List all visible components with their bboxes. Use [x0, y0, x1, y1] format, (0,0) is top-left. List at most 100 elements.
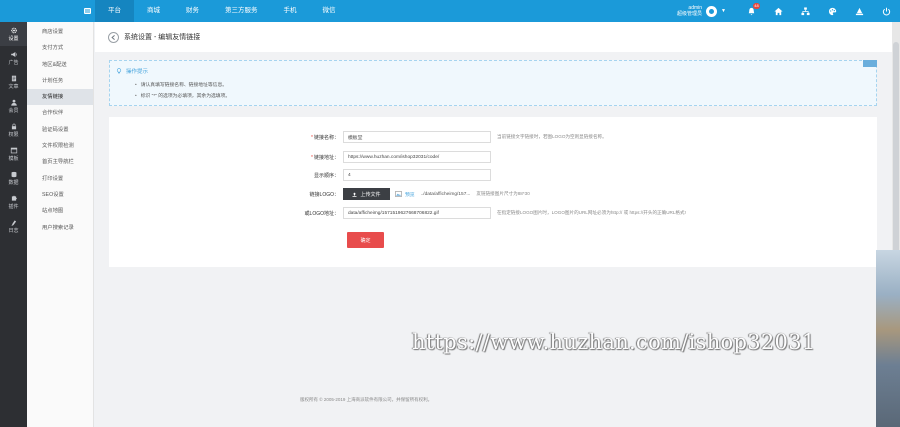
tips-line: 请认真填写链接名称、链接地址等信息。 [135, 80, 230, 91]
rail-item-articles[interactable]: 文章 [0, 70, 27, 94]
page-title: 系统设置 - 编辑友情链接 [124, 34, 201, 41]
submenu-item-file-permissions[interactable]: 文件权限检测 [27, 138, 93, 154]
chevron-down-icon[interactable]: ▼ [721, 8, 726, 14]
top-nav-tab-mall[interactable]: 商城 [134, 0, 173, 22]
puzzle-icon [10, 195, 18, 202]
rail-item-data[interactable]: 数据 [0, 166, 27, 190]
avatar[interactable] [706, 5, 718, 17]
rail-item-label: 广告 [8, 59, 19, 66]
background-photo-strip [876, 250, 900, 427]
submenu-item-friend-links[interactable]: 友情链接 [27, 89, 93, 106]
logo-url-input[interactable]: data/afficheimg/1571519627668706822.gif [343, 207, 491, 219]
confirm-button[interactable]: 确定 [347, 232, 384, 248]
sort-order-input[interactable]: 4 [343, 169, 491, 181]
submenu-item-seo[interactable]: SEO设置 [27, 187, 93, 203]
tips-line: 标识 "*" 的选项为必填项，其余为选填项。 [135, 91, 231, 102]
logo-hint: 友链链接图片尺寸为88*30 [476, 191, 530, 196]
logo-url-hint: 在指定链接LOGO图片时，LOGO图片的URL网址必须为http:// 或 ht… [497, 210, 686, 215]
user-info[interactable]: admin 超级管理员 [677, 5, 702, 17]
submenu-item-region-shipping[interactable]: 地区&配送 [27, 57, 93, 73]
submenu-item-search-log[interactable]: 用户搜索记录 [27, 220, 93, 236]
top-bar: 平台 商城 财务 第三方服务 手机 微信 admin 超级管理员 ▼ 48 [0, 0, 900, 22]
rail-item-plugins[interactable]: 插件 [0, 190, 27, 214]
data-icon [10, 171, 18, 178]
link-name-input[interactable]: 模板堂 [343, 131, 491, 143]
edit-link-form: *链接名称： 模板堂 当前链接文字链接时，若图LOGO为空则显链接名称。 *链接… [109, 117, 877, 267]
home-icon[interactable] [765, 0, 792, 22]
tips-list: 请认真填写链接名称、链接地址等信息。 标识 "*" 的选项为必填项，其余为选填项… [135, 80, 231, 102]
operation-tips: 操作提示 请认真填写链接名称、链接地址等信息。 标识 "*" 的选项为必填项，其… [109, 60, 877, 106]
upload-file-button[interactable]: 上传文件 [343, 188, 390, 200]
settings-submenu: 商店设置 支付方式 地区&配送 计划任务 友情链接 合作伙伴 验证码设置 文件权… [27, 22, 94, 427]
submenu-item-partners[interactable]: 合作伙伴 [27, 105, 93, 121]
submenu-item-sitemap[interactable]: 站点地图 [27, 203, 93, 219]
form-row-logo: 链接LOGO： 上传文件 预览 ../data/afficheimg/157..… [109, 187, 877, 201]
top-nav-tab-wechat[interactable]: 微信 [310, 0, 349, 22]
logo-preview-link[interactable]: 预览 [405, 191, 415, 198]
notification-badge: 48 [753, 3, 760, 9]
template-icon [10, 147, 18, 154]
rail-item-label: 数据 [8, 179, 19, 186]
rail-item-label: 模板 [8, 155, 19, 162]
form-row-link-name: *链接名称： 模板堂 当前链接文字链接时，若图LOGO为空则显链接名称。 [109, 130, 877, 144]
rail-item-templates[interactable]: 模板 [0, 142, 27, 166]
bell-icon[interactable]: 48 [738, 0, 765, 22]
power-icon[interactable] [873, 0, 900, 22]
rail-item-label: 插件 [8, 203, 19, 210]
logo-file-path: ../data/afficheimg/157... [420, 191, 471, 197]
back-arrow-icon[interactable] [108, 31, 119, 43]
watermark-text: https://www.huzhan.com/ishop32031 [412, 330, 816, 354]
icon-rail: 设置 广告 文章 会员 权限 模板 数据 插件 日志 [0, 22, 27, 427]
lightbulb-icon [116, 68, 122, 74]
rail-item-logs[interactable]: 日志 [0, 214, 27, 238]
submenu-item-main-nav[interactable]: 首页主导航栏 [27, 154, 93, 170]
tips-collapse-toggle[interactable] [863, 60, 877, 67]
form-row-sort-order: 显示顺序： 4 [109, 168, 877, 182]
rail-item-label: 权限 [8, 131, 19, 138]
megaphone-icon [10, 51, 18, 58]
cap-icon[interactable] [846, 0, 873, 22]
submenu-item-captcha[interactable]: 验证码设置 [27, 122, 93, 138]
user-role: 超级管理员 [677, 11, 703, 17]
rail-item-ads[interactable]: 广告 [0, 46, 27, 70]
top-nav-tab-finance[interactable]: 财务 [173, 0, 212, 22]
page-header: 系统设置 - 编辑友情链接 [95, 22, 892, 52]
link-url-label: *链接地址： [311, 154, 339, 161]
palette-icon[interactable] [819, 0, 846, 22]
submenu-item-shop-settings[interactable]: 商店设置 [27, 24, 93, 40]
brand-logo [0, 0, 95, 22]
copyright-footer: 版权所有 © 2005-2019 上海商派软件有限公司，并保留所有权利。 [300, 397, 433, 402]
top-nav-tab-platform[interactable]: 平台 [95, 0, 134, 22]
submenu-item-print[interactable]: 打印设置 [27, 171, 93, 187]
submenu-item-payment[interactable]: 支付方式 [27, 40, 93, 56]
rail-item-label: 设置 [8, 35, 19, 42]
user-icon [10, 99, 18, 106]
log-icon [10, 219, 18, 226]
upload-button-label: 上传文件 [360, 191, 381, 198]
upload-icon [352, 192, 357, 197]
rail-item-label: 会员 [8, 107, 19, 114]
top-right-tools: admin 超级管理员 ▼ 48 [677, 0, 900, 22]
main-content: 系统设置 - 编辑友情链接 操作提示 请认真填写链接名称、链接地址等信息。 标识… [95, 22, 892, 427]
link-name-hint: 当前链接文字链接时，若图LOGO为空则显链接名称。 [497, 134, 607, 139]
sitemap-icon[interactable] [792, 0, 819, 22]
image-icon [395, 191, 402, 197]
form-row-logo-url: 或LOGO地址： data/afficheimg/157151962766870… [109, 206, 877, 220]
rail-item-permissions[interactable]: 权限 [0, 118, 27, 142]
tips-title: 操作提示 [126, 69, 149, 75]
link-name-label: *链接名称： [311, 134, 339, 141]
logo-label: 链接LOGO： [309, 191, 339, 198]
top-nav-tab-third-party[interactable]: 第三方服务 [212, 0, 271, 22]
top-nav: 平台 商城 财务 第三方服务 手机 微信 [95, 0, 349, 22]
top-nav-tab-mobile[interactable]: 手机 [271, 0, 310, 22]
document-icon [10, 75, 18, 82]
rail-item-members[interactable]: 会员 [0, 94, 27, 118]
link-url-input[interactable]: https://www.huzhan.com/ishop32031/code/ [343, 151, 491, 163]
rail-item-settings[interactable]: 设置 [0, 22, 27, 46]
form-row-link-url: *链接地址： https://www.huzhan.com/ishop32031… [109, 150, 877, 164]
gear-icon [10, 27, 18, 34]
submenu-item-cron[interactable]: 计划任务 [27, 73, 93, 89]
sort-order-label: 显示顺序： [313, 172, 339, 179]
tips-header: 操作提示 [116, 67, 148, 75]
lock-icon [10, 123, 18, 130]
